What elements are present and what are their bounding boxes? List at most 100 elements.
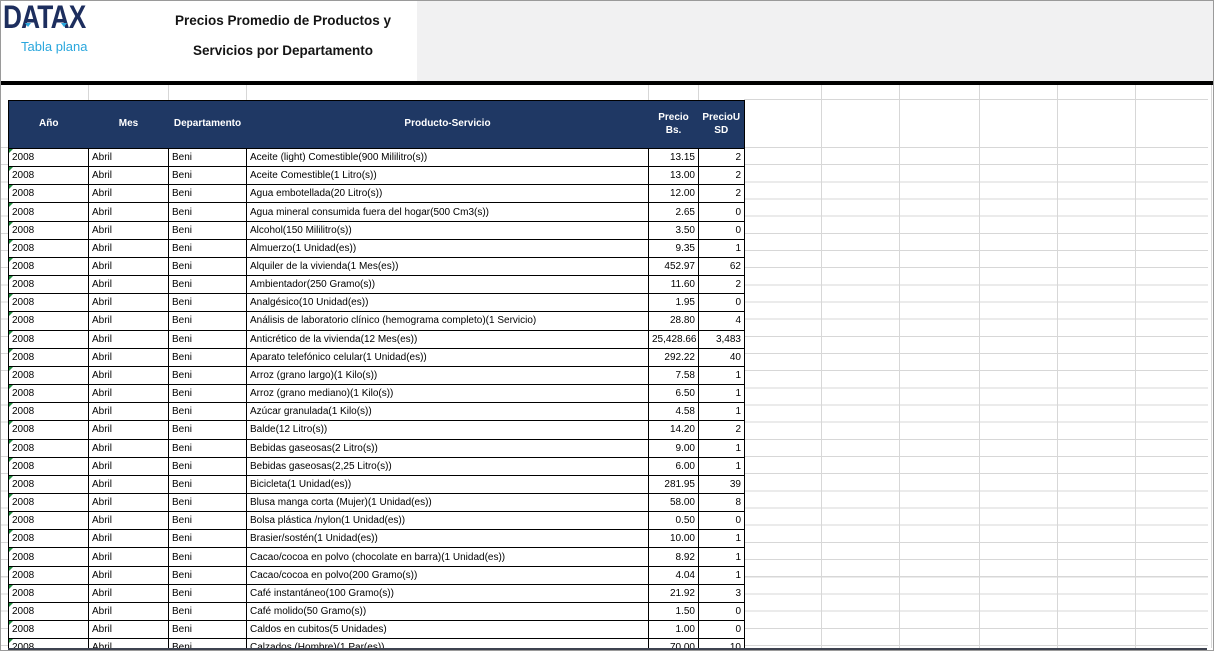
- table-row[interactable]: 2008AbrilBeniCacao/cocoa en polvo (choco…: [9, 548, 745, 566]
- header-month[interactable]: Mes: [89, 101, 169, 149]
- cell-product[interactable]: Aparato telefónico celular(1 Unidad(es)): [247, 348, 649, 366]
- cell-month[interactable]: Abril: [89, 167, 169, 185]
- cell-department[interactable]: Beni: [169, 348, 247, 366]
- cell-department[interactable]: Beni: [169, 439, 247, 457]
- table-row[interactable]: 2008AbrilBeniAparato telefónico celular(…: [9, 348, 745, 366]
- cell-price-bs[interactable]: 10.00: [649, 530, 699, 548]
- table-row[interactable]: 2008AbrilBeniBebidas gaseosas(2 Litro(s)…: [9, 439, 745, 457]
- cell-month[interactable]: Abril: [89, 403, 169, 421]
- cell-month[interactable]: Abril: [89, 493, 169, 511]
- cell-year[interactable]: 2008: [9, 584, 89, 602]
- cell-price-bs[interactable]: 25,428.66: [649, 330, 699, 348]
- table-row[interactable]: 2008AbrilBeniCacao/cocoa en polvo(200 Gr…: [9, 566, 745, 584]
- cell-price-usd[interactable]: 2: [699, 276, 745, 294]
- cell-price-usd[interactable]: 1: [699, 403, 745, 421]
- table-row[interactable]: 2008AbrilBeniAceite Comestible(1 Litro(s…: [9, 167, 745, 185]
- table-row[interactable]: 2008AbrilBeniAgua mineral consumida fuer…: [9, 203, 745, 221]
- header-department[interactable]: Departamento: [169, 101, 247, 149]
- header-year[interactable]: Año: [9, 101, 89, 149]
- cell-product[interactable]: Aceite (light) Comestible(900 Mililitro(…: [247, 149, 649, 167]
- cell-month[interactable]: Abril: [89, 239, 169, 257]
- cell-product[interactable]: Bolsa plástica /nylon(1 Unidad(es)): [247, 512, 649, 530]
- table-row[interactable]: 2008AbrilBeniBolsa plástica /nylon(1 Uni…: [9, 512, 745, 530]
- cell-department[interactable]: Beni: [169, 621, 247, 639]
- cell-department[interactable]: Beni: [169, 385, 247, 403]
- cell-price-bs[interactable]: 4.04: [649, 566, 699, 584]
- cell-price-usd[interactable]: 0: [699, 294, 745, 312]
- cell-price-bs[interactable]: 1.50: [649, 602, 699, 620]
- cell-product[interactable]: Ambientador(250 Gramo(s)): [247, 276, 649, 294]
- cell-month[interactable]: Abril: [89, 621, 169, 639]
- table-row[interactable]: 2008AbrilBeniCafé instantáneo(100 Gramo(…: [9, 584, 745, 602]
- cell-price-usd[interactable]: 3,483: [699, 330, 745, 348]
- cell-price-bs[interactable]: 8.92: [649, 548, 699, 566]
- cell-price-bs[interactable]: 3.50: [649, 221, 699, 239]
- cell-month[interactable]: Abril: [89, 439, 169, 457]
- table-row[interactable]: 2008AbrilBeniBlusa manga corta (Mujer)(1…: [9, 493, 745, 511]
- cell-year[interactable]: 2008: [9, 167, 89, 185]
- table-row[interactable]: 2008AbrilBeniArroz (grano largo)(1 Kilo(…: [9, 366, 745, 384]
- cell-year[interactable]: 2008: [9, 457, 89, 475]
- table-row[interactable]: 2008AbrilBeniAlmuerzo(1 Unidad(es))9.351: [9, 239, 745, 257]
- cell-product[interactable]: Aceite Comestible(1 Litro(s)): [247, 167, 649, 185]
- cell-price-bs[interactable]: 12.00: [649, 185, 699, 203]
- cell-price-bs[interactable]: 6.00: [649, 457, 699, 475]
- table-row[interactable]: 2008AbrilBeniBrasier/sostén(1 Unidad(es)…: [9, 530, 745, 548]
- cell-price-usd[interactable]: 4: [699, 312, 745, 330]
- cell-year[interactable]: 2008: [9, 566, 89, 584]
- table-row[interactable]: 2008AbrilBeniAceite (light) Comestible(9…: [9, 149, 745, 167]
- cell-price-bs[interactable]: 6.50: [649, 385, 699, 403]
- cell-year[interactable]: 2008: [9, 530, 89, 548]
- cell-department[interactable]: Beni: [169, 584, 247, 602]
- cell-year[interactable]: 2008: [9, 621, 89, 639]
- cell-year[interactable]: 2008: [9, 602, 89, 620]
- cell-product[interactable]: Agua embotellada(20 Litro(s)): [247, 185, 649, 203]
- cell-department[interactable]: Beni: [169, 548, 247, 566]
- cell-price-usd[interactable]: 2: [699, 421, 745, 439]
- cell-department[interactable]: Beni: [169, 294, 247, 312]
- cell-year[interactable]: 2008: [9, 239, 89, 257]
- cell-month[interactable]: Abril: [89, 602, 169, 620]
- cell-price-bs[interactable]: 7.58: [649, 366, 699, 384]
- cell-price-bs[interactable]: 0.50: [649, 512, 699, 530]
- cell-price-bs[interactable]: 11.60: [649, 276, 699, 294]
- cell-department[interactable]: Beni: [169, 257, 247, 275]
- cell-product[interactable]: Bebidas gaseosas(2 Litro(s)): [247, 439, 649, 457]
- cell-month[interactable]: Abril: [89, 330, 169, 348]
- cell-price-usd[interactable]: 1: [699, 366, 745, 384]
- cell-price-usd[interactable]: 1: [699, 530, 745, 548]
- cell-product[interactable]: Arroz (grano largo)(1 Kilo(s)): [247, 366, 649, 384]
- table-row[interactable]: 2008AbrilBeniBicicleta(1 Unidad(es))281.…: [9, 475, 745, 493]
- header-product[interactable]: Producto-Servicio: [247, 101, 649, 149]
- cell-department[interactable]: Beni: [169, 403, 247, 421]
- cell-department[interactable]: Beni: [169, 312, 247, 330]
- cell-department[interactable]: Beni: [169, 512, 247, 530]
- cell-price-usd[interactable]: 0: [699, 203, 745, 221]
- table-row[interactable]: 2008AbrilBeniAlcohol(150 Mililitro(s))3.…: [9, 221, 745, 239]
- cell-price-bs[interactable]: 28.80: [649, 312, 699, 330]
- cell-product[interactable]: Azúcar granulada(1 Kilo(s)): [247, 403, 649, 421]
- table-row[interactable]: 2008AbrilBeniArroz (grano mediano)(1 Kil…: [9, 385, 745, 403]
- cell-price-usd[interactable]: 0: [699, 221, 745, 239]
- cell-product[interactable]: Blusa manga corta (Mujer)(1 Unidad(es)): [247, 493, 649, 511]
- cell-year[interactable]: 2008: [9, 403, 89, 421]
- cell-year[interactable]: 2008: [9, 548, 89, 566]
- cell-department[interactable]: Beni: [169, 493, 247, 511]
- cell-price-usd[interactable]: 62: [699, 257, 745, 275]
- cell-price-usd[interactable]: 2: [699, 167, 745, 185]
- cell-month[interactable]: Abril: [89, 149, 169, 167]
- cell-price-bs[interactable]: 2.65: [649, 203, 699, 221]
- cell-product[interactable]: Alcohol(150 Mililitro(s)): [247, 221, 649, 239]
- cell-price-bs[interactable]: 9.00: [649, 439, 699, 457]
- cell-product[interactable]: Balde(12 Litro(s)): [247, 421, 649, 439]
- cell-department[interactable]: Beni: [169, 566, 247, 584]
- cell-department[interactable]: Beni: [169, 330, 247, 348]
- cell-year[interactable]: 2008: [9, 276, 89, 294]
- cell-product[interactable]: Café molido(50 Gramo(s)): [247, 602, 649, 620]
- cell-price-bs[interactable]: 1.00: [649, 621, 699, 639]
- cell-month[interactable]: Abril: [89, 584, 169, 602]
- cell-price-usd[interactable]: 0: [699, 512, 745, 530]
- table-row[interactable]: 2008AbrilBeniAnticrético de la vivienda(…: [9, 330, 745, 348]
- cell-month[interactable]: Abril: [89, 421, 169, 439]
- cell-department[interactable]: Beni: [169, 276, 247, 294]
